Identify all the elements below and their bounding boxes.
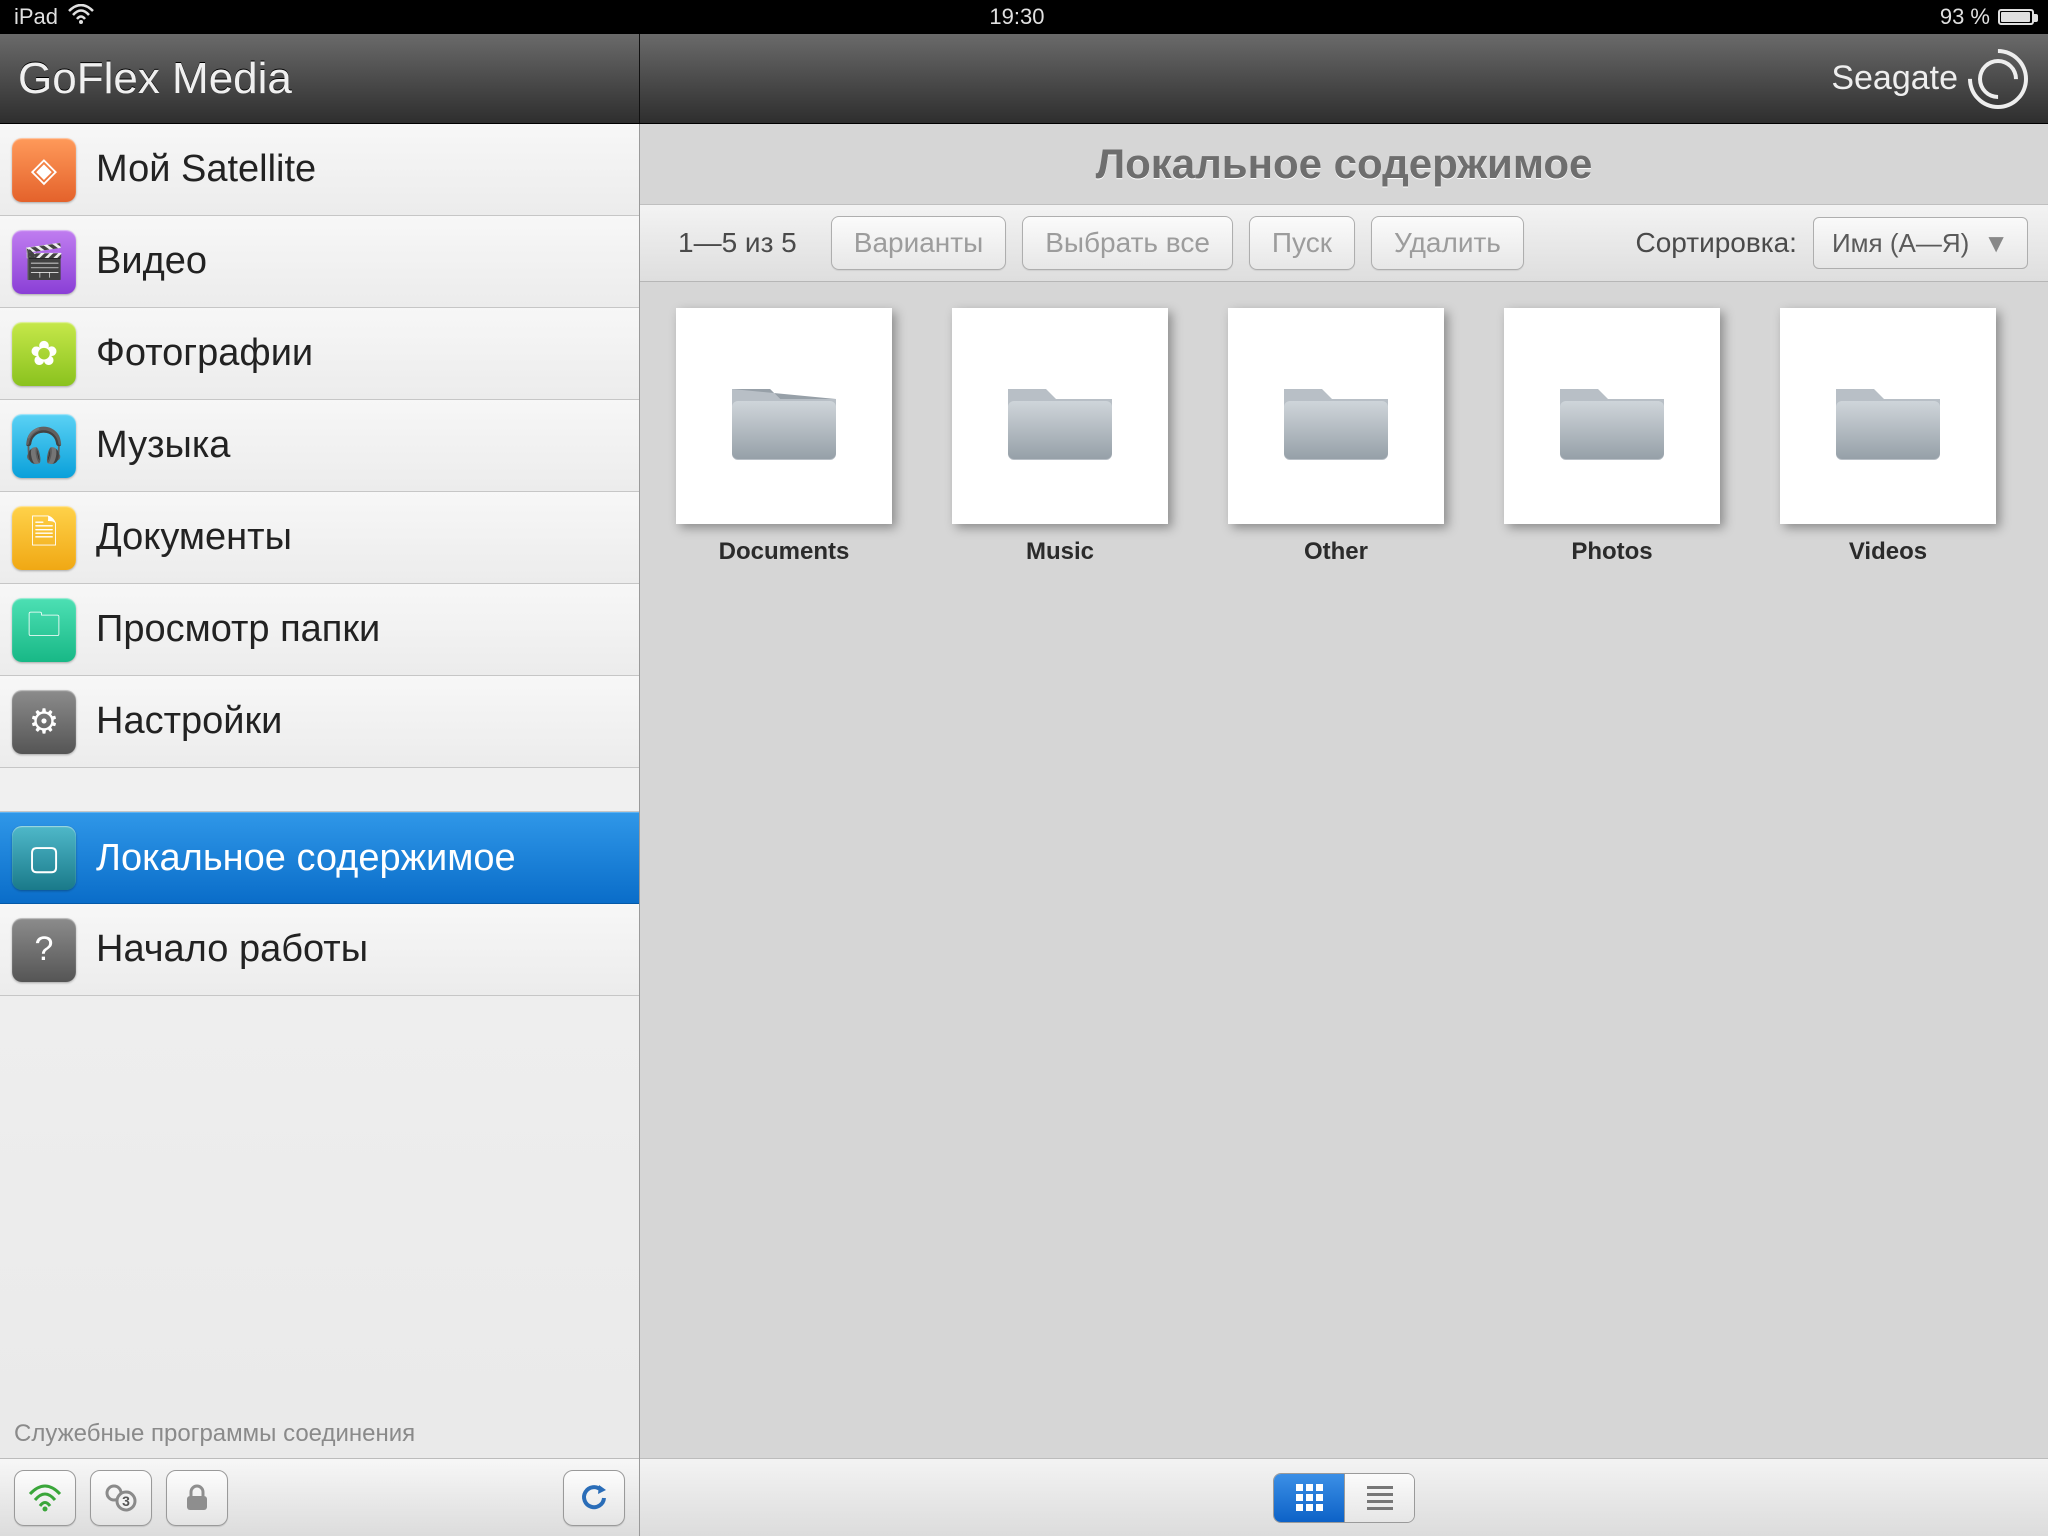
brand-name: Seagate <box>1831 59 1958 98</box>
video-icon: 🎬 <box>12 230 76 294</box>
folder-icon: 🗀 <box>12 598 76 662</box>
sidebar-footer-caption: Служебные программы соединения <box>0 1410 639 1458</box>
help-icon: ? <box>12 918 76 982</box>
folder-grid: Documents Music Other Photos <box>640 282 2048 592</box>
list-view-button[interactable] <box>1344 1474 1414 1522</box>
content-title: Локальное содержимое <box>640 124 2048 204</box>
music-icon: 🎧 <box>12 414 76 478</box>
content-area: Локальное содержимое 1—5 из 5 Варианты В… <box>640 124 2048 1536</box>
refresh-button[interactable] <box>563 1470 625 1526</box>
sidebar-item-music[interactable]: 🎧 Музыка <box>0 400 639 492</box>
wifi-icon <box>68 4 94 30</box>
clock: 19:30 <box>989 4 1044 29</box>
variants-button[interactable]: Варианты <box>831 216 1006 270</box>
seagate-swirl-icon <box>1956 36 2041 121</box>
folder-name: Music <box>1026 538 1094 566</box>
folder-name: Videos <box>1849 538 1927 566</box>
sidebar-spacer <box>0 768 639 812</box>
sidebar-item-label: Видео <box>96 240 207 283</box>
connections-button[interactable]: 3 <box>90 1470 152 1526</box>
sidebar-item-label: Музыка <box>96 424 230 467</box>
seagate-logo: Seagate <box>1831 49 2028 109</box>
select-all-button[interactable]: Выбрать все <box>1022 216 1233 270</box>
battery-icon <box>1998 9 2034 25</box>
sort-value: Имя (А—Я) <box>1832 228 1969 259</box>
local-content-icon: ▢ <box>12 826 76 890</box>
photos-icon: ✿ <box>12 322 76 386</box>
battery-percent: 93 % <box>1940 4 1990 30</box>
sidebar-item-local-content[interactable]: ▢ Локальное содержимое <box>0 812 639 904</box>
sidebar-item-documents[interactable]: 🗎 Документы <box>0 492 639 584</box>
app-header: GoFlex Media Seagate <box>0 34 2048 124</box>
sidebar-item-folder-view[interactable]: 🗀 Просмотр папки <box>0 584 639 676</box>
folder-card-documents[interactable]: Documents <box>676 308 892 566</box>
folder-name: Documents <box>719 538 850 566</box>
sidebar-item-settings[interactable]: ⚙ Настройки <box>0 676 639 768</box>
sidebar-item-label: Просмотр папки <box>96 608 380 651</box>
lock-button[interactable] <box>166 1470 228 1526</box>
sort-dropdown[interactable]: Имя (А—Я) ▼ <box>1813 217 2028 269</box>
sidebar-item-getting-started[interactable]: ? Начало работы <box>0 904 639 996</box>
sidebar-item-label: Фотографии <box>96 332 313 375</box>
sidebar-item-photos[interactable]: ✿ Фотографии <box>0 308 639 400</box>
folder-card-photos[interactable]: Photos <box>1504 308 1720 566</box>
folder-card-other[interactable]: Other <box>1228 308 1444 566</box>
folder-card-videos[interactable]: Videos <box>1780 308 1996 566</box>
folder-tile <box>1780 308 1996 524</box>
folder-name: Photos <box>1571 538 1652 566</box>
grid-view-button[interactable] <box>1274 1474 1344 1522</box>
play-button[interactable]: Пуск <box>1249 216 1355 270</box>
satellite-icon: ◈ <box>12 138 76 202</box>
device-name: iPad <box>14 4 58 30</box>
content-footer-toolbar <box>640 1458 2048 1536</box>
sidebar-item-my-satellite[interactable]: ◈ Мой Satellite <box>0 124 639 216</box>
sidebar-item-label: Мой Satellite <box>96 148 316 191</box>
app-title: GoFlex Media <box>0 34 640 123</box>
wifi-status-button[interactable] <box>14 1470 76 1526</box>
list-icon <box>1367 1486 1393 1510</box>
sidebar: ◈ Мой Satellite 🎬 Видео ✿ Фотографии 🎧 М… <box>0 124 640 1536</box>
svg-text:3: 3 <box>122 1493 130 1509</box>
sort-label: Сортировка: <box>1636 227 1797 259</box>
grid-icon <box>1296 1484 1323 1511</box>
folder-tile <box>1504 308 1720 524</box>
delete-button[interactable]: Удалить <box>1371 216 1524 270</box>
folder-tile <box>676 308 892 524</box>
ios-status-bar: iPad 19:30 93 % <box>0 0 2048 34</box>
folder-tile <box>1228 308 1444 524</box>
sidebar-item-label: Документы <box>96 516 292 559</box>
folder-card-music[interactable]: Music <box>952 308 1168 566</box>
content-toolbar: 1—5 из 5 Варианты Выбрать все Пуск Удали… <box>640 204 2048 282</box>
sidebar-item-label: Начало работы <box>96 928 368 971</box>
folder-name: Other <box>1304 538 1368 566</box>
gear-icon: ⚙ <box>12 690 76 754</box>
sidebar-item-label: Настройки <box>96 700 282 743</box>
documents-icon: 🗎 <box>12 506 76 570</box>
folder-tile <box>952 308 1168 524</box>
view-toggle <box>1273 1473 1415 1523</box>
sidebar-item-label: Локальное содержимое <box>96 837 516 880</box>
sidebar-footer-toolbar: 3 <box>0 1458 639 1536</box>
chevron-down-icon: ▼ <box>1983 228 2009 259</box>
item-count-label: 1—5 из 5 <box>660 227 815 259</box>
sidebar-item-video[interactable]: 🎬 Видео <box>0 216 639 308</box>
